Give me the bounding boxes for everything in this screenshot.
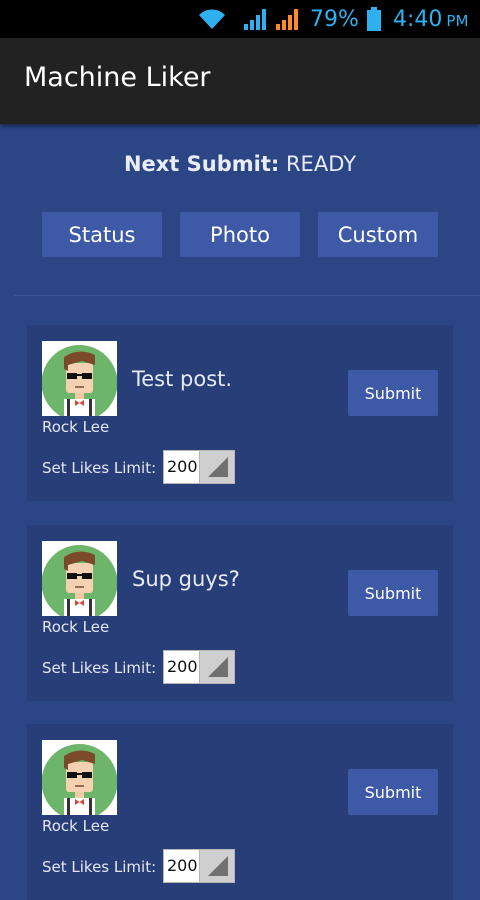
- likes-limit-field[interactable]: 200: [163, 450, 235, 484]
- likes-limit-field[interactable]: 200: [163, 650, 235, 684]
- avatar: [42, 740, 117, 815]
- likes-limit-value: 200: [167, 856, 198, 875]
- next-submit-status: Next Submit: READY: [0, 152, 480, 176]
- likes-limit-value: 200: [167, 457, 198, 476]
- likes-limit-label: Set Likes Limit:: [42, 459, 157, 477]
- likes-limit-label: Set Likes Limit:: [42, 858, 157, 876]
- post-author: Rock Lee: [42, 418, 110, 436]
- post-card: Rock Lee Sup guys? Submit Set Likes Limi…: [27, 525, 453, 701]
- post-author: Rock Lee: [42, 618, 110, 636]
- wifi-icon: [197, 0, 227, 38]
- spinner-dropdown-icon[interactable]: [199, 651, 234, 683]
- divider: [14, 295, 480, 296]
- likes-limit-label: Set Likes Limit:: [42, 659, 157, 677]
- spinner-dropdown-icon[interactable]: [199, 850, 234, 882]
- submit-button[interactable]: Submit: [348, 570, 438, 616]
- signal-strength-icon: [242, 0, 270, 38]
- likes-limit-field[interactable]: 200: [163, 849, 235, 883]
- next-submit-value: READY: [285, 152, 357, 176]
- likes-limit-value: 200: [167, 657, 198, 676]
- clock-ampm: PM: [446, 12, 469, 30]
- app-bar: Machine Liker: [0, 38, 480, 124]
- post-text: Sup guys?: [132, 567, 240, 591]
- avatar: [42, 541, 117, 616]
- post-text: Test post.: [132, 367, 233, 391]
- post-card: Rock Lee Test post. Submit Set Likes Lim…: [27, 325, 453, 501]
- photo-button[interactable]: Photo: [180, 212, 300, 257]
- spinner-dropdown-icon[interactable]: [199, 451, 234, 483]
- submit-button[interactable]: Submit: [348, 370, 438, 416]
- post-card: Rock Lee Submit Set Likes Limit: 200: [27, 724, 453, 900]
- avatar: [42, 341, 117, 416]
- status-button[interactable]: Status: [42, 212, 162, 257]
- clock: 4:40 PM: [393, 0, 468, 38]
- custom-button[interactable]: Custom: [318, 212, 438, 257]
- battery-icon: [366, 0, 382, 38]
- battery-percent: 79%: [310, 6, 359, 32]
- clock-time: 4:40: [393, 6, 443, 32]
- submit-button[interactable]: Submit: [348, 769, 438, 815]
- status-bar: 79% 4:40 PM: [0, 0, 480, 38]
- next-submit-label: Next Submit:: [123, 152, 280, 176]
- app-title: Machine Liker: [24, 62, 211, 93]
- post-author: Rock Lee: [42, 817, 110, 835]
- signal-strength-2-icon: [274, 0, 302, 38]
